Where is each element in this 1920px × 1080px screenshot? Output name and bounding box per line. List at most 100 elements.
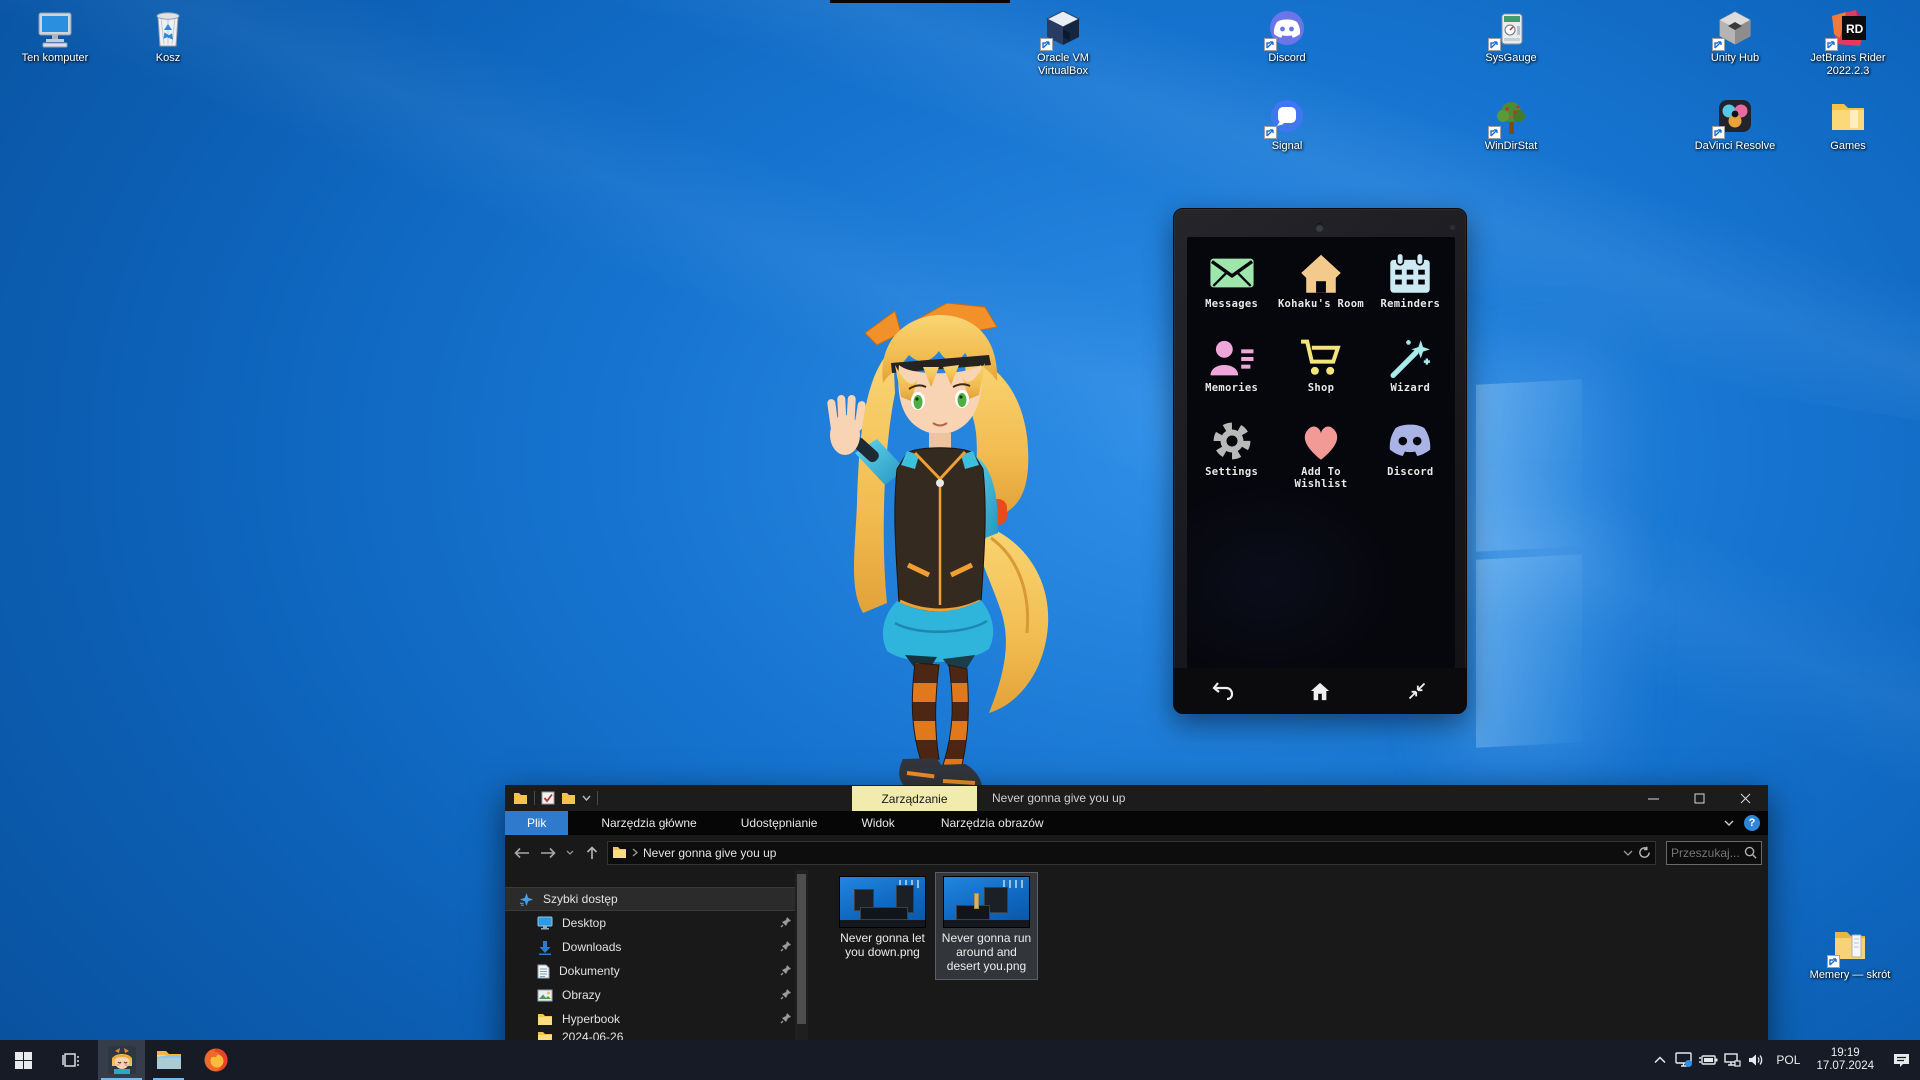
tab-narzedzia-glowne[interactable]: Narzędzia główne: [586, 811, 711, 835]
clock-date: 17.07.2024: [1816, 1060, 1874, 1073]
kohaku-app-icon: [108, 1046, 136, 1074]
action-center-button[interactable]: [1882, 1040, 1920, 1080]
search-box[interactable]: [1666, 841, 1762, 865]
shortcut-arrow-icon: [1040, 38, 1053, 51]
tray-battery-icon[interactable]: [1696, 1040, 1720, 1080]
tray-network-icon[interactable]: [1720, 1040, 1744, 1080]
phone-app-label: Add To Wishlist: [1276, 466, 1365, 490]
ribbon-collapse-chevron-icon[interactable]: [1724, 820, 1734, 826]
top-edge-strip: [830, 0, 1010, 3]
maximize-button[interactable]: [1676, 785, 1722, 811]
phone-app-label: Settings: [1187, 466, 1276, 478]
back-button[interactable]: [511, 847, 533, 859]
sidebar-item-obrazy[interactable]: Obrazy: [505, 983, 808, 1007]
phone-app-discord[interactable]: Discord: [1366, 417, 1455, 501]
windows-logo-icon: [15, 1052, 32, 1069]
help-button[interactable]: ?: [1744, 815, 1760, 831]
search-input[interactable]: [1667, 846, 1744, 860]
file-item-selected[interactable]: Never gonna run around and desert you.pn…: [936, 873, 1037, 979]
phone-app-memories[interactable]: Memories: [1187, 333, 1276, 417]
breadcrumb-bar[interactable]: Never gonna give you up: [607, 841, 1656, 865]
anime-character-mascot[interactable]: [815, 303, 1065, 803]
task-view-button[interactable]: [47, 1040, 94, 1080]
phone-app-reminders[interactable]: Reminders: [1366, 249, 1455, 333]
shortcut-arrow-icon: [1264, 38, 1277, 51]
new-folder-icon[interactable]: [561, 792, 576, 805]
shortcut-arrow-icon: [1488, 126, 1501, 139]
folder-icon[interactable]: [513, 792, 528, 805]
phone-app-wizard[interactable]: Wizard: [1366, 333, 1455, 417]
desktop-icon-this-pc[interactable]: Ten komputer: [7, 8, 103, 65]
recent-locations-chevron-icon[interactable]: [563, 850, 577, 855]
desktop-icon-virtualbox[interactable]: Oracle VM VirtualBox: [1015, 8, 1111, 78]
phone-app-add-to-wishlist[interactable]: Add To Wishlist: [1276, 417, 1365, 501]
phone-app-kohakus-room[interactable]: Kohaku's Room: [1276, 249, 1365, 333]
desktop-icon-label: Signal: [1239, 140, 1335, 153]
desktop-icon-memery[interactable]: Memery — skrót: [1802, 925, 1898, 982]
sidebar-item-dokumenty[interactable]: Dokumenty: [505, 959, 808, 983]
address-bar: Never gonna give you up: [505, 835, 1768, 870]
desktop-icon-sysgauge[interactable]: SysGauge: [1463, 8, 1559, 65]
phone-app-settings[interactable]: Settings: [1187, 417, 1276, 501]
start-button[interactable]: [0, 1040, 47, 1080]
manage-ribbon-tab[interactable]: Zarządzanie: [852, 786, 977, 811]
phone-app-shop[interactable]: Shop: [1276, 333, 1365, 417]
breadcrumb-path[interactable]: Never gonna give you up: [643, 846, 776, 860]
tray-display-icon[interactable]: [1672, 1040, 1696, 1080]
tray-chevron-up-icon[interactable]: [1648, 1040, 1672, 1080]
window-title: Never gonna give you up: [992, 785, 1125, 811]
minimize-button[interactable]: [1630, 785, 1676, 811]
desktop-icon-label: Unity Hub: [1687, 52, 1783, 65]
desktop-icon-windirstat[interactable]: WinDirStat: [1463, 96, 1559, 153]
refresh-icon[interactable]: [1638, 846, 1651, 859]
phone-app-messages[interactable]: Messages: [1187, 249, 1276, 333]
tray-volume-icon[interactable]: [1744, 1040, 1768, 1080]
phone-home-button[interactable]: [1271, 681, 1368, 701]
file-item[interactable]: Never gonna let you down.png: [832, 873, 933, 965]
desktop-icon-rider[interactable]: RD JetBrains Rider 2022.2.3: [1800, 8, 1896, 78]
desktop-icon-unity-hub[interactable]: Unity Hub: [1687, 8, 1783, 65]
phone-back-button[interactable]: [1174, 681, 1271, 701]
phone-app-label: Messages: [1187, 298, 1276, 310]
phone-app-grid: Messages Kohaku's Room Reminders Memorie…: [1187, 249, 1455, 501]
picture-icon: [537, 989, 553, 1002]
right-leg: [943, 665, 968, 769]
phone-app-label: Wizard: [1366, 382, 1455, 394]
taskbar-app-kohaku[interactable]: [98, 1040, 145, 1080]
desktop-icon-discord[interactable]: Discord: [1239, 8, 1335, 65]
search-icon[interactable]: [1744, 846, 1757, 859]
desktop-icon-label: Discord: [1239, 52, 1335, 65]
taskbar-app-firefox[interactable]: [192, 1040, 239, 1080]
tab-udostepnianie[interactable]: Udostępnianie: [726, 811, 833, 835]
chevron-down-icon[interactable]: [582, 795, 591, 801]
gear-icon: [1209, 419, 1255, 463]
desktop-icon-davinci[interactable]: DaVinci Resolve: [1687, 96, 1783, 153]
tab-plik[interactable]: Plik: [505, 811, 568, 835]
forward-button[interactable]: [537, 847, 559, 859]
close-button[interactable]: [1722, 785, 1768, 811]
desktop-icon-games[interactable]: Games: [1800, 96, 1896, 153]
clock[interactable]: 19:19 17.07.2024: [1808, 1047, 1882, 1073]
taskbar-app-explorer[interactable]: [145, 1040, 192, 1080]
explorer-titlebar[interactable]: Zarządzanie Never gonna give you up: [505, 785, 1768, 811]
sidebar-item-hyperbook[interactable]: Hyperbook: [505, 1007, 808, 1031]
sidebar-item-label: Downloads: [562, 940, 621, 954]
tab-narzedzia-obrazow[interactable]: Narzędzia obrazów: [926, 811, 1059, 835]
phone-minimize-button[interactable]: [1369, 681, 1466, 701]
sidebar-quick-access[interactable]: Szybki dostęp: [505, 887, 808, 911]
desktop-icon-signal[interactable]: Signal: [1239, 96, 1335, 153]
desktop-icon-recycle-bin[interactable]: Kosz: [120, 8, 216, 65]
tab-widok[interactable]: Widok: [846, 811, 909, 835]
properties-check-icon[interactable]: [541, 791, 555, 805]
calendar-icon: [1387, 251, 1433, 295]
language-indicator[interactable]: POL: [1768, 1053, 1808, 1067]
phone-app-label: Discord: [1366, 466, 1455, 478]
sidebar-item-desktop[interactable]: Desktop: [505, 911, 808, 935]
file-explorer-window: Zarządzanie Never gonna give you up Plik…: [505, 785, 1768, 1080]
up-button[interactable]: [581, 846, 603, 860]
pin-icon: [780, 964, 792, 976]
rider-icon: RD: [1826, 8, 1870, 50]
pin-icon: [780, 940, 792, 952]
address-dropdown-chevron-icon[interactable]: [1623, 850, 1633, 856]
sidebar-item-downloads[interactable]: Downloads: [505, 935, 808, 959]
